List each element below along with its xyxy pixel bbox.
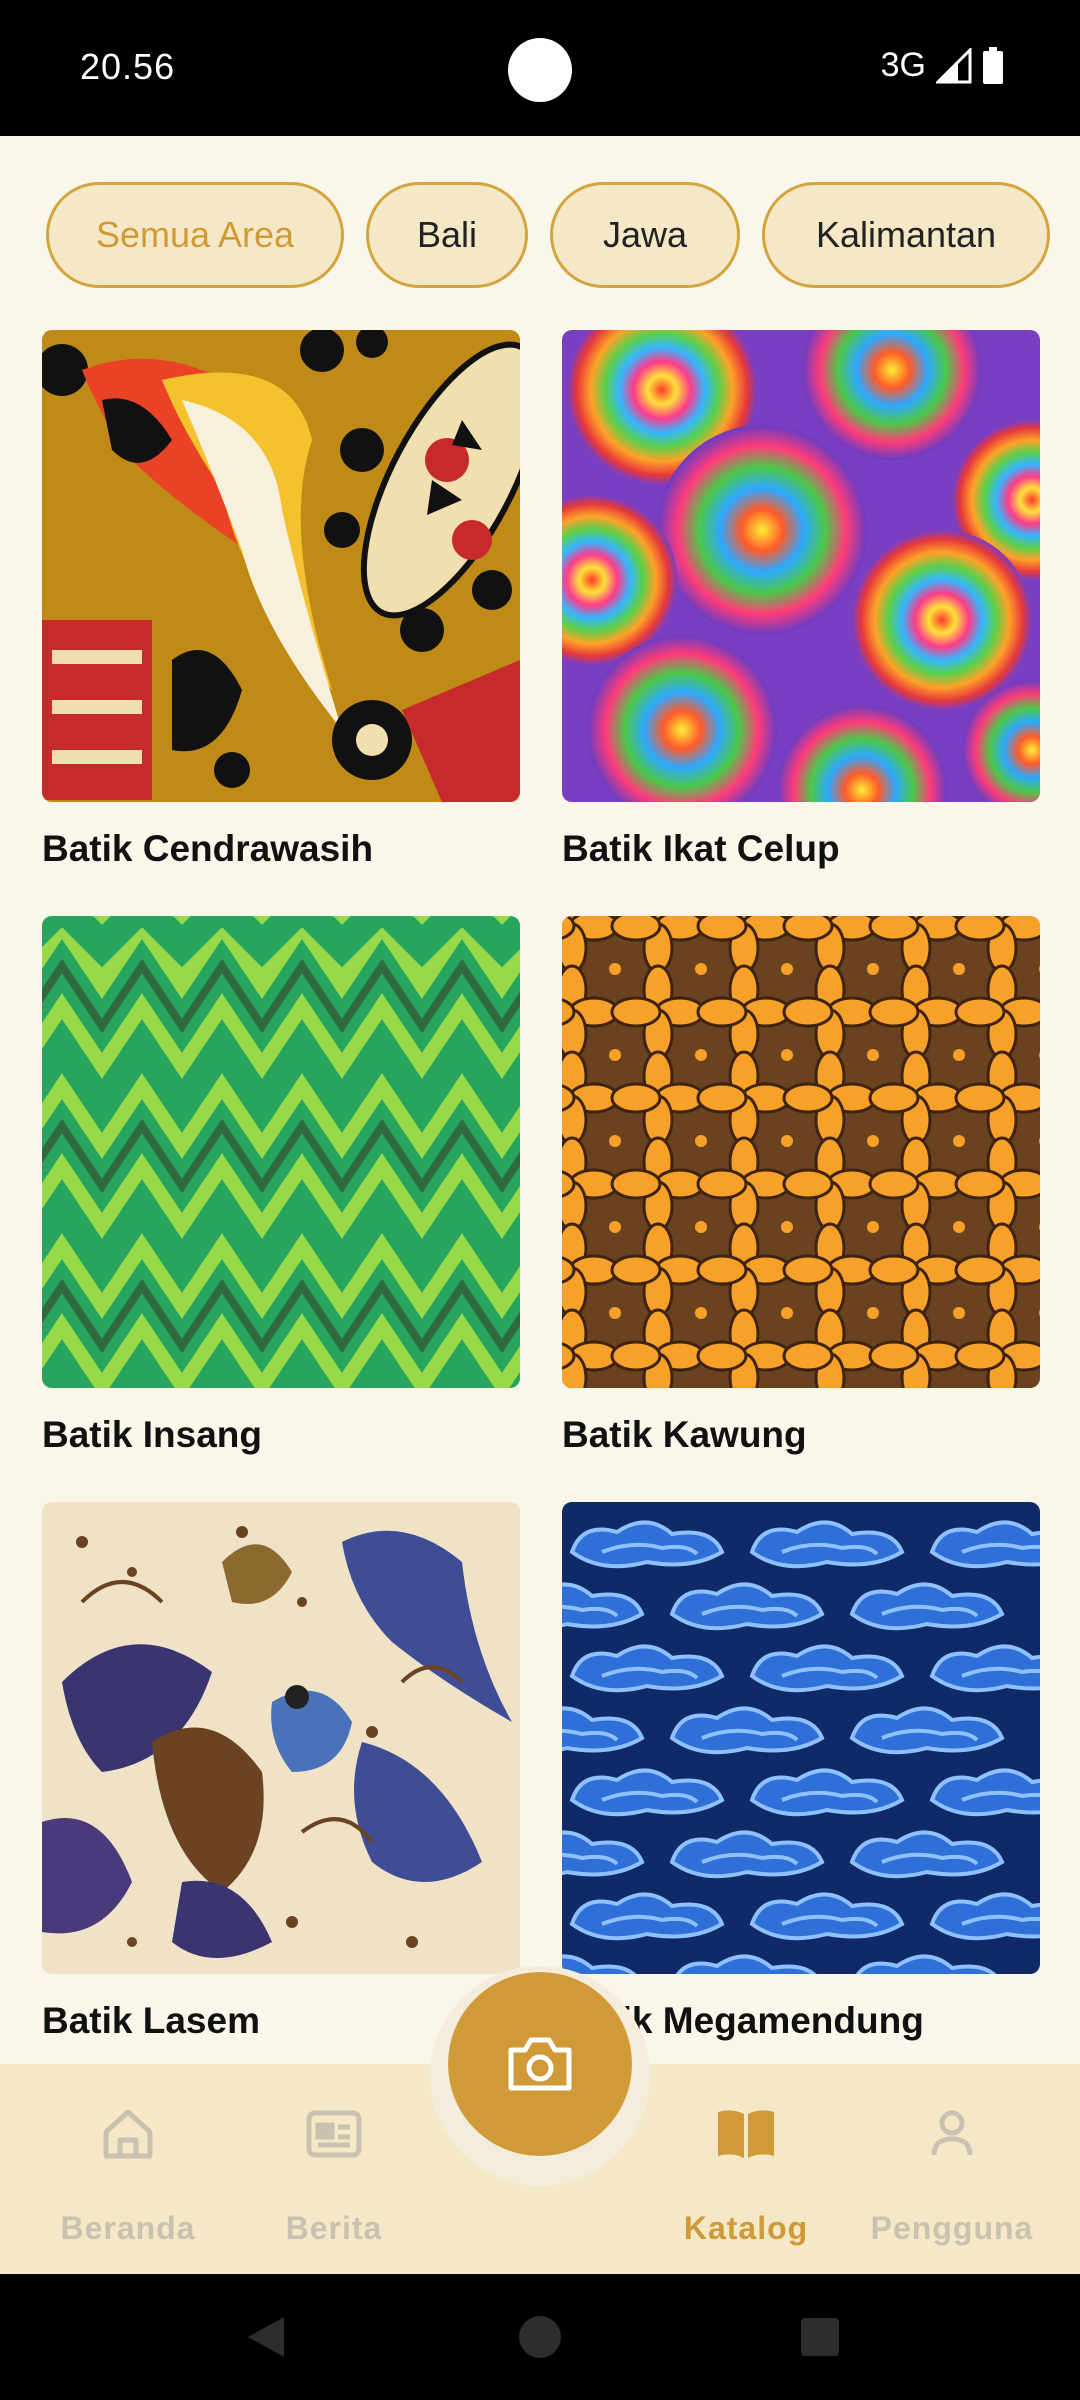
status-time: 20.56 xyxy=(80,46,176,87)
home-button[interactable] xyxy=(510,2274,570,2400)
catalog-card-title: Batik Cendrawasih xyxy=(42,828,374,869)
book-icon xyxy=(716,2104,776,2164)
nav-item-katalog[interactable]: Katalog xyxy=(646,2064,846,2274)
catalog-card-ikat-celup[interactable]: Batik Ikat Celup xyxy=(562,330,1040,870)
area-filter-chips: Semua Area Bali Jawa Kalimantan xyxy=(46,182,1050,288)
user-icon xyxy=(930,2104,974,2164)
nav-label: Katalog xyxy=(683,2210,809,2246)
home-circle-icon xyxy=(519,2316,561,2358)
front-camera xyxy=(508,38,572,102)
catalog-card-lasem[interactable]: Batik Lasem xyxy=(42,1502,520,2042)
back-icon xyxy=(248,2317,284,2357)
catalog-card-cendrawasih[interactable]: Batik Cendrawasih xyxy=(42,330,520,870)
recents-button[interactable] xyxy=(790,2274,850,2400)
camera-scan-button[interactable] xyxy=(448,1972,632,2156)
status-bar: 20.56 3G xyxy=(0,0,1080,136)
catalog-card-insang[interactable]: Batik Insang xyxy=(42,916,520,1456)
nav-label: Beranda xyxy=(60,2210,196,2246)
catalog-card-title: Batik Ikat Celup xyxy=(562,828,840,869)
batik-kawung-image xyxy=(562,916,1040,1388)
back-button[interactable] xyxy=(236,2274,296,2400)
chip-semua-area[interactable]: Semua Area xyxy=(46,182,344,288)
home-icon xyxy=(100,2104,156,2164)
camera-icon xyxy=(508,2037,572,2091)
batik-ikat-celup-image xyxy=(562,330,1040,802)
status-indicators: 3G xyxy=(881,46,1004,85)
nav-item-berita[interactable]: Berita xyxy=(234,2064,434,2274)
catalog-card-title: Batik Insang xyxy=(42,1414,262,1455)
chip-jawa[interactable]: Jawa xyxy=(550,182,740,288)
nav-item-pengguna[interactable]: Pengguna xyxy=(852,2064,1052,2274)
recents-icon xyxy=(801,2318,839,2356)
batik-megamendung-image xyxy=(562,1502,1040,1974)
network-type: 3G xyxy=(880,46,926,84)
signal-icon xyxy=(936,47,972,83)
chip-bali[interactable]: Bali xyxy=(366,182,528,288)
batik-lasem-image xyxy=(42,1502,520,1974)
nav-item-beranda[interactable]: Beranda xyxy=(28,2064,228,2274)
catalog-card-title: Batik Kawung xyxy=(562,1414,807,1455)
battery-icon xyxy=(983,46,1003,84)
news-icon xyxy=(306,2104,362,2164)
catalog-card-kawung[interactable]: Batik Kawung xyxy=(562,916,1040,1456)
batik-insang-image xyxy=(42,916,520,1388)
batik-cendrawasih-image xyxy=(42,330,520,802)
chip-kalimantan[interactable]: Kalimantan xyxy=(762,182,1050,288)
nav-label: Berita xyxy=(285,2210,383,2246)
catalog-card-megamendung[interactable]: Batik Megamendung xyxy=(562,1502,1040,2042)
system-navigation-bar xyxy=(0,2274,1080,2400)
nav-label: Pengguna xyxy=(870,2210,1034,2246)
